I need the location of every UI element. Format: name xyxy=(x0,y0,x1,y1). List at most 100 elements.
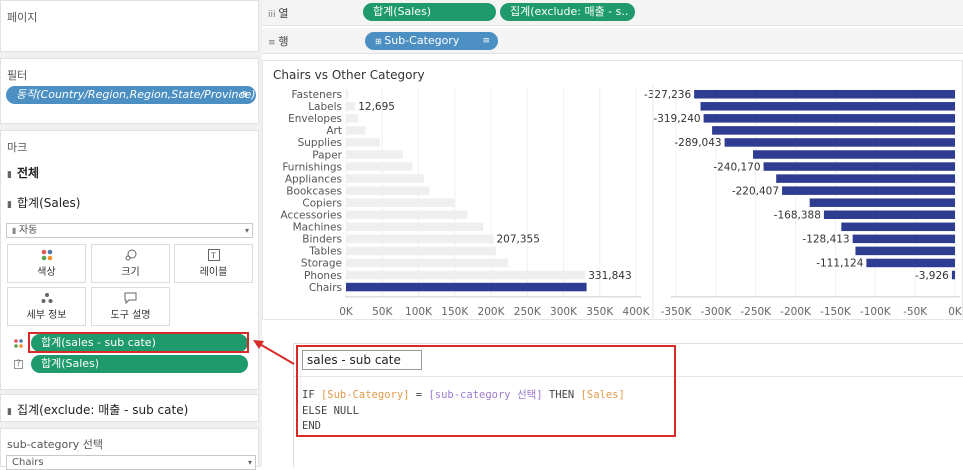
tick-label-left: 50K xyxy=(372,306,393,318)
bar-left xyxy=(346,90,349,99)
tick-label-right: -150K xyxy=(820,306,852,318)
category-label: Fasteners xyxy=(292,89,342,101)
columns-pill-exclude[interactable]: 집계(exclude: 매출 - s.. xyxy=(500,3,635,21)
tick-label-left: 300K xyxy=(550,306,578,318)
category-label: Paper xyxy=(312,149,342,161)
tick-label-right: -300K xyxy=(700,306,732,318)
data-label-right: -289,043 xyxy=(674,137,721,149)
data-label-left: 331,843 xyxy=(588,270,631,282)
filter-pill[interactable]: 동작(Country/Region,Region,State/Province)… xyxy=(6,86,256,104)
columns-pill-exclude-label: 집계(exclude: 매출 - s.. xyxy=(510,5,629,18)
category-label: Chairs xyxy=(309,282,342,294)
bar-right xyxy=(724,138,955,147)
highlight-box-pill xyxy=(28,332,249,353)
tick-label-left: 0K xyxy=(339,306,354,318)
columns-pill-sales-label: 합계(Sales) xyxy=(373,5,432,18)
tooltip-button[interactable]: 도구 설명 xyxy=(91,287,170,326)
size-button-label: 크기 xyxy=(121,267,140,278)
marks-sales-label: 합계(Sales) xyxy=(17,196,81,210)
data-label-right: -319,240 xyxy=(653,113,700,125)
data-label-right: -3,926 xyxy=(915,270,949,282)
bar-right xyxy=(700,102,955,111)
bar-right xyxy=(776,174,955,183)
parameter-card: sub-category 선택 Chairs ▾ xyxy=(0,428,259,470)
rows-pill-subcategory[interactable]: ⊞ Sub-Category ≡ xyxy=(365,32,498,50)
category-label: Bookcases xyxy=(286,185,342,197)
category-label: Supplies xyxy=(298,137,342,149)
label-icon: T xyxy=(175,249,252,263)
tooltip-icon xyxy=(92,292,169,306)
tick-label-right: 0K xyxy=(948,306,962,318)
bar-right xyxy=(753,150,955,159)
bar-right xyxy=(782,186,955,195)
sort-icon: ≡ xyxy=(482,36,490,46)
tick-label-left: 400K xyxy=(623,306,651,318)
tooltip-field-icon: ? xyxy=(14,360,23,369)
filters-card: 필터 동작(Country/Region,Region,State/Provin… xyxy=(0,58,259,124)
tick-label-left: 200K xyxy=(478,306,506,318)
rows-pill-label: Sub-Category xyxy=(384,34,460,47)
bar-right xyxy=(855,246,955,256)
chevron-down-icon: ▾ xyxy=(247,458,252,467)
bar-left xyxy=(346,186,430,195)
color-field-icon xyxy=(14,338,23,351)
tick-label-right: -100K xyxy=(860,306,892,318)
mark-type-dropdown[interactable]: ▮ 자동 ▾ xyxy=(6,223,253,238)
columns-label-text: 열 xyxy=(278,7,289,20)
marks-exclude-card: ▮ 집계(exclude: 매출 - sub cate) xyxy=(0,394,259,422)
columns-pill-sales[interactable]: 합계(Sales) xyxy=(363,3,496,21)
data-label-left: 12,695 xyxy=(358,101,395,113)
tick-label-left: 250K xyxy=(514,306,542,318)
arrow-icon xyxy=(253,340,295,365)
bar-right xyxy=(866,258,955,268)
bar-left xyxy=(346,234,494,244)
filter-pill-label: 동작(Country/Region,Region,State/Province) xyxy=(16,88,256,101)
category-label: Machines xyxy=(293,222,342,234)
bar-left xyxy=(346,270,586,280)
bar-right xyxy=(841,222,955,232)
data-label-right: -128,413 xyxy=(802,234,849,246)
data-label-right: -220,407 xyxy=(732,185,779,197)
detail-button[interactable]: 세부 정보 xyxy=(7,287,86,326)
chevron-down-icon: ▾ xyxy=(244,226,249,235)
color-button-label: 색상 xyxy=(37,267,56,278)
color-button[interactable]: 색상 xyxy=(7,244,86,283)
chart-area: Chairs vs Other Category Fasteners -327,2… xyxy=(262,60,963,320)
data-label-right: -327,236 xyxy=(644,89,692,101)
svg-text:T: T xyxy=(210,252,216,261)
pill-sales[interactable]: 합계(Sales) xyxy=(31,355,248,373)
bar-left xyxy=(346,210,468,219)
marks-all-row[interactable]: ▮ 전체 xyxy=(7,164,39,181)
bar-left xyxy=(346,138,380,147)
marks-exclude-row[interactable]: ▮ 집계(exclude: 매출 - sub cate) xyxy=(7,401,188,418)
bar-left xyxy=(346,102,356,111)
data-label-right: -240,170 xyxy=(713,161,760,173)
category-label: Storage xyxy=(301,258,342,270)
tick-label-right: -50K xyxy=(903,306,928,318)
label-button[interactable]: T 레이블 xyxy=(174,244,253,283)
bar-right xyxy=(694,90,955,99)
highlight-box-calc xyxy=(296,345,676,437)
data-label-right: -168,388 xyxy=(774,210,821,222)
rows-icon: ≡ xyxy=(268,38,279,48)
bar-mark-icon: ▮ xyxy=(7,407,12,417)
tick-label-left: 150K xyxy=(441,306,469,318)
chart-svg: Fasteners -327,236 Labels 12,695 Envelopes -3… xyxy=(280,86,962,319)
bar-left xyxy=(346,246,497,256)
bar-left xyxy=(346,162,413,171)
detail-icon xyxy=(8,292,85,306)
category-label: Envelopes xyxy=(288,113,342,125)
parameter-dropdown[interactable]: Chairs ▾ xyxy=(6,455,256,470)
size-button[interactable]: 크기 xyxy=(91,244,170,283)
marks-sales-row[interactable]: ▮ 합계(Sales) xyxy=(7,194,80,211)
category-label: Accessories xyxy=(280,210,342,222)
category-label: Furnishings xyxy=(282,161,342,173)
tick-label-right: -200K xyxy=(780,306,812,318)
rows-shelf-label: ≡ 행 xyxy=(268,33,289,49)
tick-label-right: -350K xyxy=(661,306,693,318)
category-label: Binders xyxy=(302,234,342,246)
category-label: Appliances xyxy=(285,173,342,185)
category-label: Phones xyxy=(304,270,342,282)
bar-left xyxy=(346,150,403,159)
bar-right xyxy=(951,270,955,280)
